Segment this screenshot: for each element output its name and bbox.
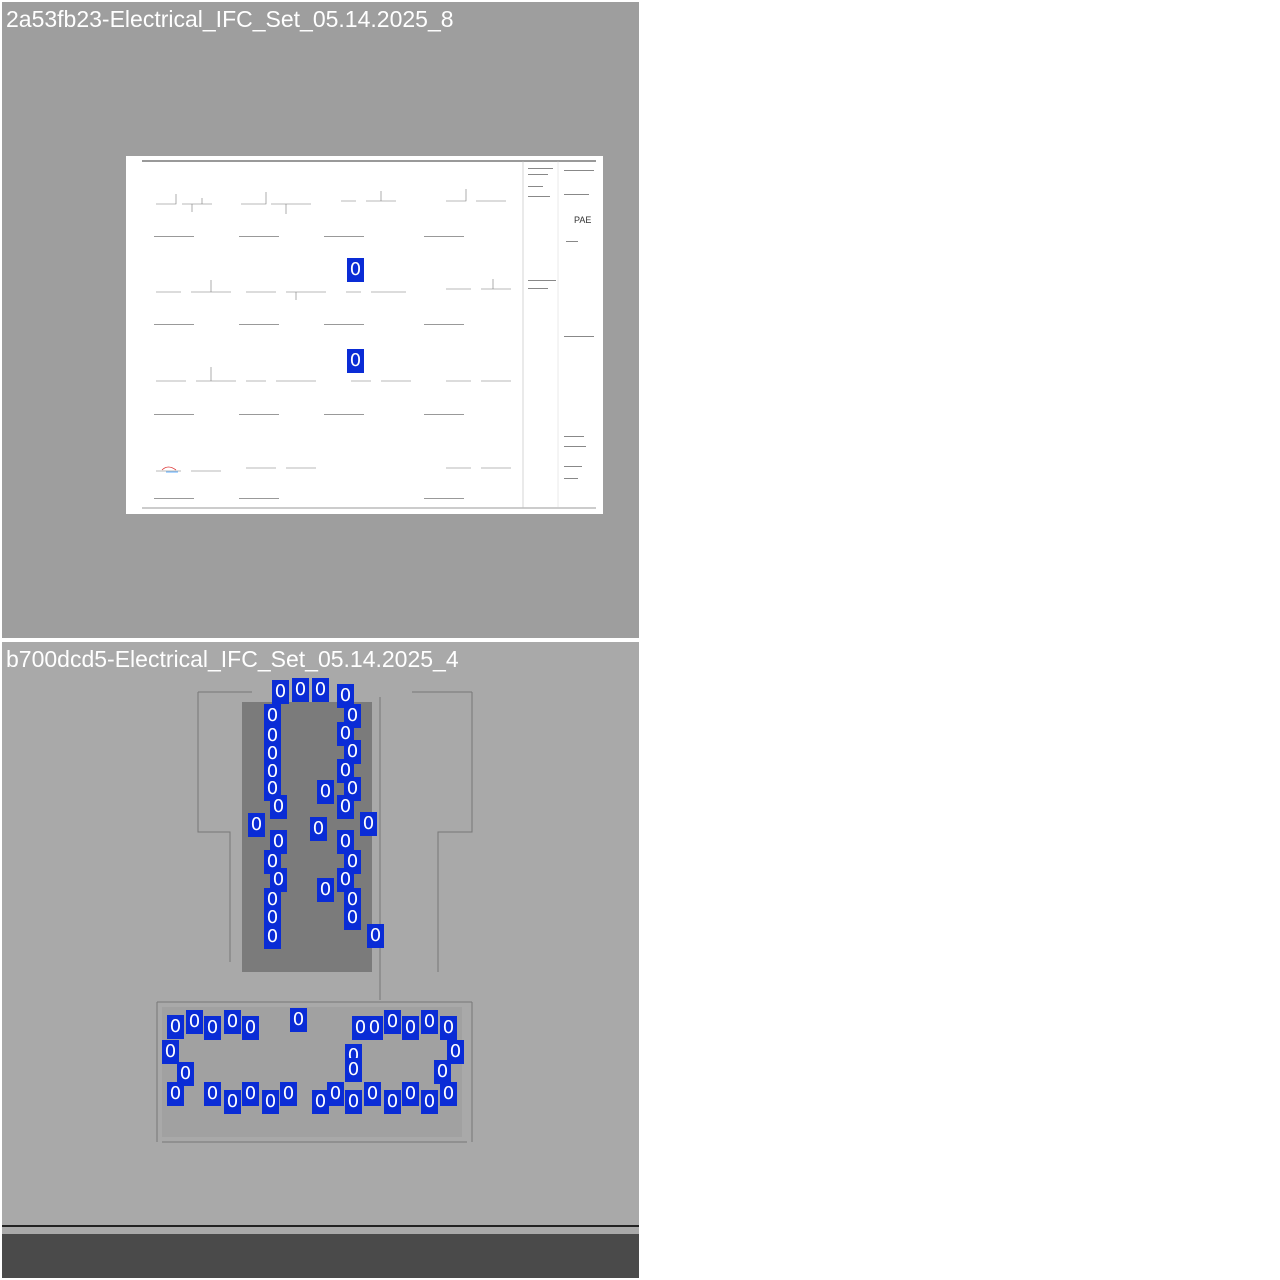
detection-box: 0 [327, 1082, 344, 1106]
detection-box: 0 [280, 1082, 297, 1106]
detection-box: 0 [337, 795, 354, 819]
detection-box: 0 [317, 878, 334, 902]
detection-box: 0 [290, 1008, 307, 1032]
detection-box: 0 [310, 817, 327, 841]
detection-box: 0 [272, 680, 289, 704]
detection-box: 0 [345, 1090, 362, 1114]
detection-box: 0 [440, 1016, 457, 1040]
detection-box: 0 [312, 678, 329, 702]
detection-box: 0 [344, 906, 361, 930]
image-panel-bottom: b700dcd5-Electrical_IFC_Set_05.14.2025_4… [2, 642, 639, 1278]
detection-box: 0 [167, 1015, 184, 1039]
detection-box: 0 [292, 678, 309, 702]
detection-box: 0 [242, 1082, 259, 1106]
bottom-bar [2, 1234, 639, 1278]
detection-box: 0 [347, 258, 364, 282]
detection-box: 0 [162, 1040, 179, 1064]
logo-text: PAE [574, 215, 591, 225]
detection-box: 0 [360, 812, 377, 836]
detection-box: 0 [402, 1016, 419, 1040]
detection-box: 0 [270, 795, 287, 819]
detection-box: 0 [366, 1016, 383, 1040]
detection-box: 0 [367, 924, 384, 948]
detection-box: 0 [264, 925, 281, 949]
divider-line [2, 1225, 639, 1227]
detection-box: 0 [434, 1060, 451, 1084]
detection-box: 0 [167, 1082, 184, 1106]
image-panel-top: 2a53fb23-Electrical_IFC_Set_05.14.2025_8 [2, 2, 639, 638]
panel-title: b700dcd5-Electrical_IFC_Set_05.14.2025_4 [6, 646, 459, 672]
detection-box: 0 [402, 1082, 419, 1106]
detection-box: 0 [421, 1090, 438, 1114]
detection-box: 0 [186, 1010, 203, 1034]
drawing-sheet: PAE [126, 156, 603, 514]
detection-box: 0 [421, 1010, 438, 1034]
detection-box: 0 [440, 1082, 457, 1106]
detection-box: 0 [262, 1090, 279, 1114]
floor-plan-drawing [156, 691, 473, 1143]
detection-box: 0 [317, 780, 334, 804]
detection-box: 0 [204, 1016, 221, 1040]
detection-box: 0 [364, 1082, 381, 1106]
detection-box: 0 [242, 1016, 259, 1040]
detection-box: 0 [204, 1082, 221, 1106]
panel-title: 2a53fb23-Electrical_IFC_Set_05.14.2025_8 [6, 6, 454, 32]
detection-box: 0 [345, 1058, 362, 1082]
detection-box: 0 [384, 1010, 401, 1034]
detection-box: 0 [384, 1090, 401, 1114]
detection-box: 0 [224, 1010, 241, 1034]
detection-box: 0 [248, 813, 265, 837]
drawing-sheet-art: PAE [126, 156, 603, 514]
detection-box: 0 [347, 349, 364, 373]
detection-box: 0 [224, 1090, 241, 1114]
